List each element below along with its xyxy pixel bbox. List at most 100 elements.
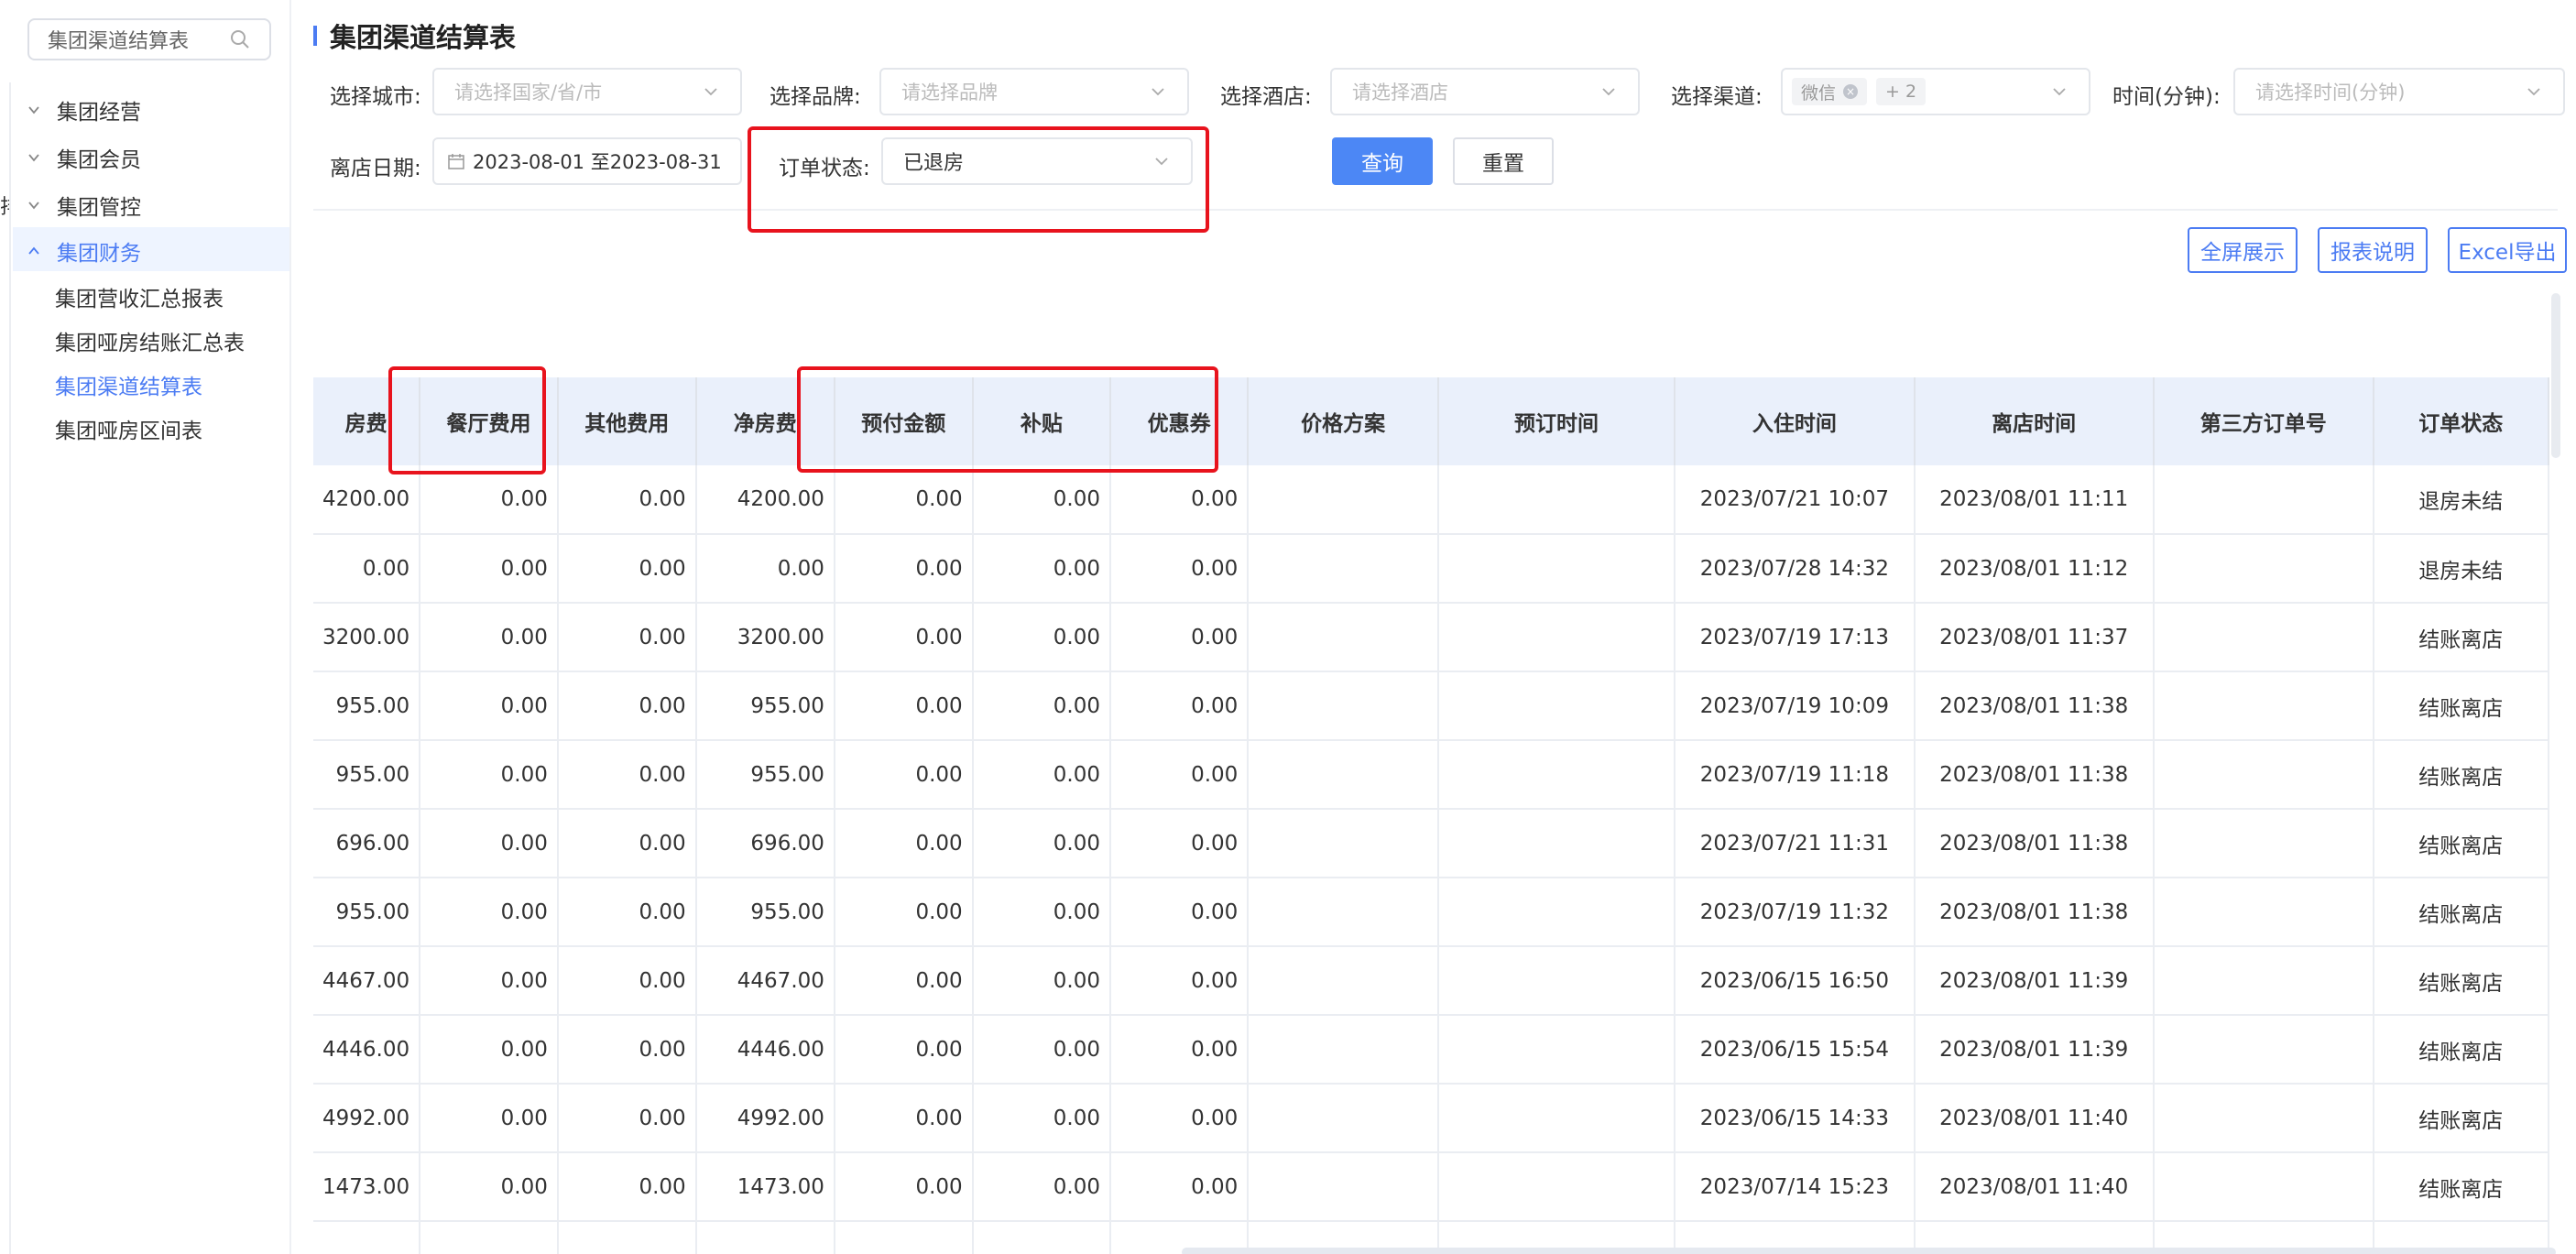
table-row[interactable]: 4992.00 0.00 0.00 4992.00 0.00 0.00 0.00 2023/0… xyxy=(313,1084,2549,1153)
table-cell: 0.00 xyxy=(1109,534,1250,604)
vertical-scrollbar[interactable] xyxy=(2551,293,2560,458)
excel-export-button[interactable]: Excel导出 xyxy=(2448,227,2567,273)
table-cell: 0.00 xyxy=(557,740,697,810)
col-third-party-order: 第三方订单号 xyxy=(2153,377,2374,465)
search-icon xyxy=(231,30,249,49)
table-cell: 0.00 xyxy=(1109,740,1250,810)
table-cell: 2023/07/14 15:23 xyxy=(1675,1152,1916,1222)
chevron-down-icon xyxy=(1152,88,1164,96)
menu-group-operations[interactable]: 集团经营 xyxy=(24,90,141,130)
highlight-box-order-status xyxy=(748,126,1209,233)
table-cell xyxy=(1437,465,1676,535)
checkout-date-picker[interactable]: 2023-08-01 至2023-08-31 xyxy=(432,137,742,185)
table-cell: 0.00 xyxy=(420,1015,559,1085)
table-cell: 0.00 xyxy=(1109,465,1250,535)
table-cell: 2023/08/01 11:40 xyxy=(1914,1084,2155,1153)
hotel-placeholder: 请选择酒店 xyxy=(1352,82,1448,104)
table-cell xyxy=(1437,740,1676,810)
table-row[interactable]: 955.00 0.00 0.00 955.00 0.00 0.00 0.00 2023/07/… xyxy=(313,671,2549,741)
table-cell: 4467.00 xyxy=(695,946,835,1016)
table-cell: 4446.00 xyxy=(695,1015,835,1085)
table-cell xyxy=(2153,946,2374,1016)
hotel-select[interactable]: 请选择酒店 xyxy=(1330,68,1640,115)
page-title: 集团渠道结算表 xyxy=(330,22,517,53)
channel-label: 选择渠道: xyxy=(1671,85,1763,109)
col-order-status: 订单状态 xyxy=(2373,377,2549,465)
table-cell: 结账离店 xyxy=(2373,1015,2549,1085)
sidebar-item-revenue-summary[interactable]: 集团营收汇总报表 xyxy=(55,278,224,315)
close-icon[interactable]: × xyxy=(1843,84,1859,99)
table-cell xyxy=(2153,603,2374,672)
table-cell xyxy=(2153,534,2374,604)
table-cell: 0.00 xyxy=(1109,1015,1250,1085)
report-desc-button[interactable]: 报表说明 xyxy=(2318,227,2428,273)
table-cell: 1473.00 xyxy=(313,1152,421,1222)
channel-select[interactable]: 微信 × + 2 xyxy=(1781,68,2090,115)
chevron-down-icon xyxy=(24,147,44,168)
table-row[interactable]: 4200.00 0.00 0.00 4200.00 0.00 0.00 0.00 2023/0… xyxy=(313,465,2549,535)
channel-tag-label: 微信 xyxy=(1801,82,1837,104)
table-cell: 0.00 xyxy=(695,534,835,604)
table-cell: 0.00 xyxy=(1109,671,1250,741)
table-cell xyxy=(1248,603,1439,672)
table-cell xyxy=(1248,534,1439,604)
table-cell: 0.00 xyxy=(834,1015,974,1085)
table-cell xyxy=(1437,1084,1676,1153)
table-cell: 955.00 xyxy=(313,740,421,810)
table-cell: 0.00 xyxy=(834,946,974,1016)
sidebar-item-channel-settlement[interactable]: 集团渠道结算表 xyxy=(55,366,202,403)
table-cell xyxy=(2153,740,2374,810)
table-cell xyxy=(1248,1015,1439,1085)
table-cell xyxy=(1248,1152,1439,1222)
table-cell: 0.00 xyxy=(557,1152,697,1222)
brand-select[interactable]: 请选择品牌 xyxy=(879,68,1189,115)
table-cell: 0.00 xyxy=(420,671,559,741)
table-cell: 0.00 xyxy=(557,603,697,672)
table-row[interactable]: 955.00 0.00 0.00 955.00 0.00 0.00 0.00 2023/07/… xyxy=(313,878,2549,947)
reset-button[interactable]: 重置 xyxy=(1453,137,1554,185)
table-cell xyxy=(557,1221,697,1254)
table-cell xyxy=(1437,671,1676,741)
city-label: 选择城市: xyxy=(330,85,421,109)
table-header-row: 房费 餐厅费用 其他费用 净房费 预付金额 补贴 优惠券 价格方案 预订时间 入… xyxy=(313,377,2549,465)
table-cell: 0.00 xyxy=(1109,809,1250,878)
table-row[interactable]: 696.00 0.00 0.00 696.00 0.00 0.00 0.00 2023/07/… xyxy=(313,809,2549,878)
menu-group-members[interactable]: 集团会员 xyxy=(24,137,141,178)
table-cell: 0.00 xyxy=(557,1015,697,1085)
table-row[interactable]: 4467.00 0.00 0.00 4467.00 0.00 0.00 0.00 2023/0… xyxy=(313,946,2549,1016)
table-cell: 0.00 xyxy=(972,878,1111,947)
table-cell xyxy=(972,1221,1111,1254)
menu-group-finance[interactable]: 集团财务 xyxy=(24,231,141,271)
table-cell xyxy=(2153,1084,2374,1153)
channel-tag[interactable]: 微信 × xyxy=(1792,78,1868,105)
menu-search-text: 集团渠道结算表 xyxy=(48,30,190,53)
table-cell: 955.00 xyxy=(695,671,835,741)
table-cell: 0.00 xyxy=(834,465,974,535)
table-cell: 2023/08/01 11:40 xyxy=(1914,1152,2155,1222)
table-cell xyxy=(1437,1015,1676,1085)
sidebar-item-dumb-room-range[interactable]: 集团哑房区间表 xyxy=(55,410,202,447)
table-row[interactable]: 0.00 0.00 0.00 0.00 0.00 0.00 0.00 2023/07/28 1… xyxy=(313,534,2549,604)
table-row[interactable]: 955.00 0.00 0.00 955.00 0.00 0.00 0.00 2023/07/… xyxy=(313,740,2549,810)
sidebar-item-dumb-room-summary[interactable]: 集团哑房结账汇总表 xyxy=(55,322,245,359)
table-row[interactable]: 1473.00 0.00 0.00 1473.00 0.00 0.00 0.00 2023/0… xyxy=(313,1152,2549,1222)
chevron-down-icon xyxy=(24,100,44,120)
menu-group-label: 集团经营 xyxy=(57,101,141,125)
table-cell: 0.00 xyxy=(1109,1152,1250,1222)
table-cell: 2023/07/21 10:07 xyxy=(1675,465,1916,535)
menu-search-input[interactable]: 集团渠道结算表 xyxy=(27,18,271,60)
city-select[interactable]: 请选择国家/省/市 xyxy=(432,68,742,115)
table-cell: 退房未结 xyxy=(2373,534,2549,604)
fullscreen-button[interactable]: 全屏展示 xyxy=(2188,227,2298,273)
query-button[interactable]: 查询 xyxy=(1332,137,1433,185)
table-row[interactable]: 3200.00 0.00 0.00 3200.00 0.00 0.00 0.00 2023/0… xyxy=(313,603,2549,672)
table-cell: 2023/06/15 15:54 xyxy=(1675,1015,1916,1085)
menu-group-control[interactable]: 集团管控 xyxy=(24,185,141,225)
table-row[interactable]: 4446.00 0.00 0.00 4446.00 0.00 0.00 0.00 2023/0… xyxy=(313,1015,2549,1085)
data-table-container: 房费 餐厅费用 其他费用 净房费 预付金额 补贴 优惠券 价格方案 预订时间 入… xyxy=(313,377,2549,1254)
table-cell xyxy=(313,1221,421,1254)
table-cell xyxy=(1248,809,1439,878)
time-placeholder: 请选择时间(分钟) xyxy=(2255,82,2406,104)
horizontal-scrollbar[interactable] xyxy=(1182,1248,2556,1254)
time-select[interactable]: 请选择时间(分钟) xyxy=(2233,68,2565,115)
